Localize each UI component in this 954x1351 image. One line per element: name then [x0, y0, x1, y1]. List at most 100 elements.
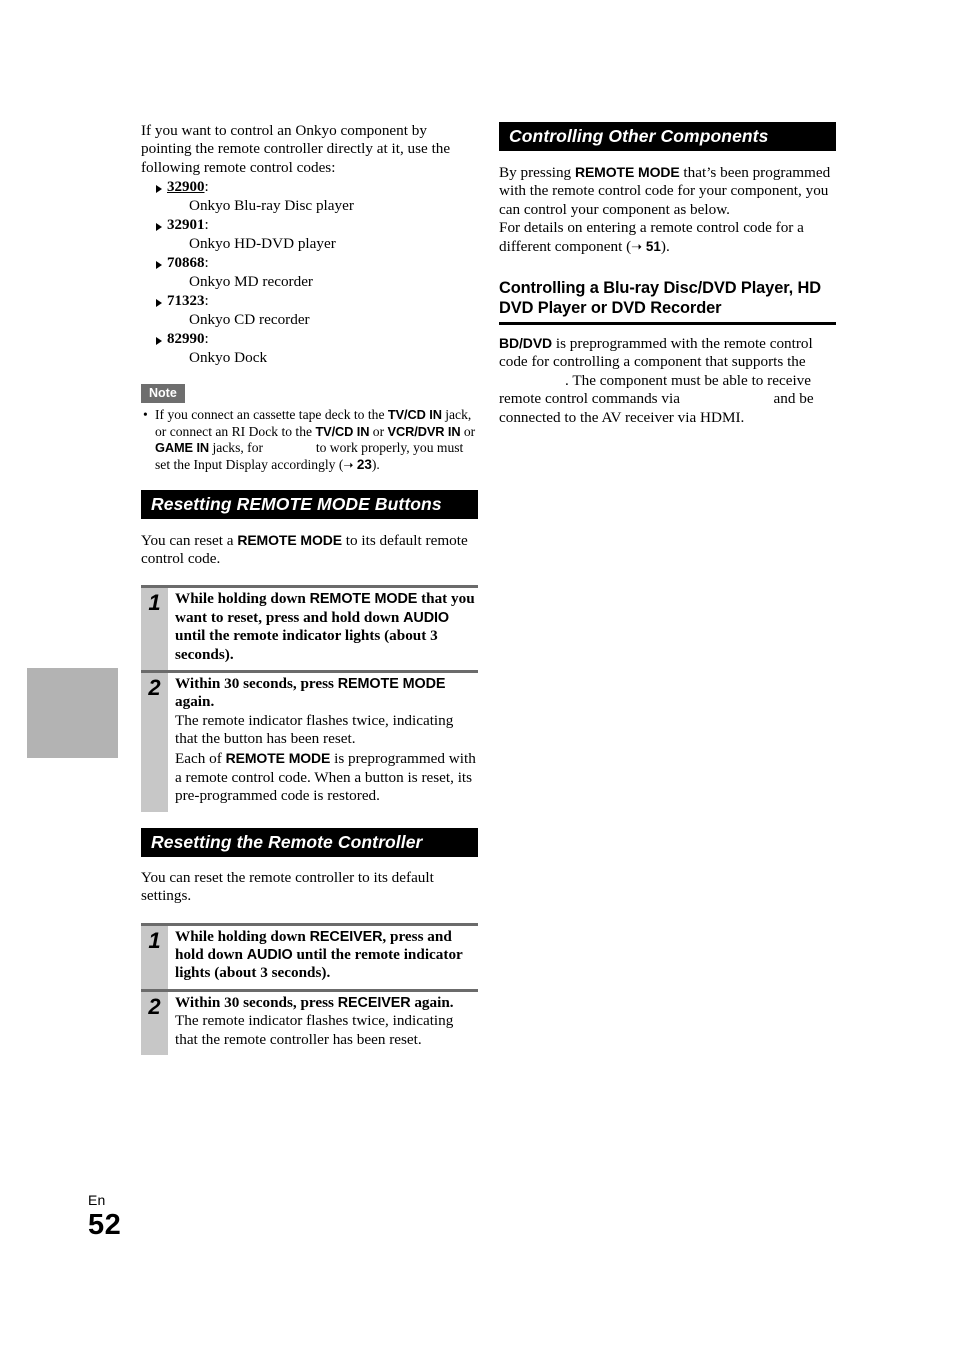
intro-paragraph: If you want to control an Onkyo componen…: [141, 122, 451, 176]
code-colon: :: [204, 254, 209, 272]
chapter-thumb-index: [27, 668, 118, 758]
para-seg-1: Each of: [175, 750, 226, 768]
right-column: Controlling Other Components By pressing…: [499, 122, 836, 427]
step-body: Within 30 seconds, press REMOTE MODE aga…: [168, 673, 478, 812]
code-number: 70868: [167, 255, 205, 272]
step-list-resetting-remote-mode: 1 While holding down REMOTE MODE that yo…: [141, 585, 478, 812]
lead-seg-2: again.: [410, 993, 454, 1011]
code-line: 32900:: [141, 178, 478, 196]
step-paragraph: The remote indicator flashes twice, indi…: [175, 1012, 454, 1048]
step-list-resetting-remote-controller: 1 While holding down RECEIVER, press and…: [141, 922, 478, 1056]
step-number: 2: [141, 991, 168, 1056]
triangle-bullet-icon: [156, 260, 162, 269]
right-intro-paragraph: By pressing REMOTE MODE that’s been prog…: [499, 163, 836, 219]
intro2-seg-2: ).: [660, 237, 670, 255]
step-lead-text: Within 30 seconds, press RECEIVER again.: [175, 994, 478, 1012]
triangle-bullet-icon: [156, 184, 162, 193]
triangle-bullet-icon: [156, 336, 162, 345]
button-name-remote-mode: REMOTE MODE: [237, 531, 342, 548]
left-column: If you want to control an Onkyo componen…: [141, 122, 478, 1056]
step-number: 2: [141, 673, 168, 812]
step-body: While holding down RECEIVER, press and h…: [168, 926, 478, 989]
code-colon: :: [204, 216, 209, 234]
manual-page: If you want to control an Onkyo componen…: [0, 0, 954, 1351]
section-intro-resetting-remote-controller: You can reset the remote controller to i…: [141, 868, 434, 905]
code-colon: :: [204, 178, 209, 196]
code-list-item: 82990: Onkyo Dock: [141, 330, 478, 367]
step-item: 2 Within 30 seconds, press RECEIVER agai…: [141, 988, 478, 1056]
subsection-divider: [499, 322, 836, 326]
page-footer: En 52: [88, 1192, 208, 1241]
note-seg-3: or: [369, 423, 388, 439]
body-seg-2: . The component must be able to receive …: [499, 371, 812, 408]
note-seg-4: or: [460, 423, 476, 439]
section-resetting-remote-mode: Resetting REMOTE MODE Buttons You can re…: [141, 489, 478, 812]
note-badge: Note: [141, 384, 185, 404]
section-banner-resetting-remote-mode: Resetting REMOTE MODE Buttons: [141, 489, 478, 519]
page-reference-number: 23: [356, 457, 372, 472]
code-description: Onkyo MD recorder: [189, 272, 313, 290]
code-number: 32901: [167, 217, 205, 234]
step-number: 1: [141, 925, 168, 989]
code-description: Onkyo Dock: [189, 348, 268, 366]
subsection-body: BD/DVD is preprogrammed with the remote …: [499, 334, 836, 427]
step-paragraph: Each of REMOTE MODE is preprogrammed wit…: [175, 749, 478, 806]
triangle-bullet-icon: [156, 298, 162, 307]
button-name-remote-mode: REMOTE MODE: [309, 591, 418, 608]
step-lead-text: While holding down REMOTE MODE that you …: [175, 590, 478, 664]
step-lead-text: While holding down RECEIVER, press and h…: [175, 928, 478, 983]
right-intro-paragraph-2: For details on entering a remote control…: [499, 219, 836, 256]
step-body: While holding down REMOTE MODE that you …: [168, 588, 478, 670]
code-number: 71323: [167, 293, 205, 310]
step-item: 1 While holding down REMOTE MODE that yo…: [141, 585, 478, 671]
code-colon: :: [204, 330, 209, 348]
button-name-remote-mode: REMOTE MODE: [225, 750, 331, 767]
step-item: 2 Within 30 seconds, press REMOTE MODE a…: [141, 670, 478, 812]
step-lead-text: Within 30 seconds, press REMOTE MODE aga…: [175, 675, 478, 712]
note-seg-7: ).: [371, 457, 380, 472]
button-name-audio: AUDIO: [403, 609, 450, 626]
code-list-item: 32901: Onkyo HD-DVD player: [141, 216, 478, 253]
section-intro-resetting-remote-mode: You can reset a REMOTE MODE to its defau…: [141, 531, 478, 569]
code-line: 82990:: [141, 330, 478, 348]
note-seg-5: jacks, for: [209, 440, 267, 456]
button-name-audio: AUDIO: [246, 947, 293, 964]
button-name-receiver: RECEIVER: [337, 994, 411, 1011]
lead-seg-1: While holding down: [175, 590, 310, 608]
code-list-item: 32900: Onkyo Blu-ray Disc player: [141, 178, 478, 215]
lead-seg-3: until the remote indicator lights (about…: [175, 627, 438, 663]
step-paragraph: The remote indicator flashes twice, indi…: [175, 711, 454, 748]
button-name-game-in: GAME IN: [155, 440, 210, 456]
section-resetting-remote-controller: Resetting the Remote Controller You can …: [141, 827, 478, 1056]
footer-page-number: 52: [88, 1209, 122, 1241]
note-text: • If you connect an cassette tape deck to…: [141, 407, 478, 473]
code-number: 82990: [167, 331, 205, 348]
page-reference-arrow-icon: ➝: [343, 458, 354, 472]
button-name-tv-cd-in-2: TV/CD IN: [315, 423, 370, 439]
page-reference-number: 51: [645, 238, 661, 254]
step-item: 1 While holding down RECEIVER, press and…: [141, 922, 478, 989]
intro-seg-1: You can reset a: [141, 531, 238, 549]
button-name-remote-mode: REMOTE MODE: [574, 164, 680, 180]
code-line: 70868:: [141, 254, 478, 272]
page-reference-arrow-icon: ➝: [631, 238, 643, 254]
code-description: Onkyo CD recorder: [189, 310, 310, 328]
intro-seg-1: By pressing: [499, 164, 575, 181]
code-description: Onkyo Blu-ray Disc player: [189, 196, 354, 214]
lead-seg-1: While holding down: [175, 927, 310, 945]
triangle-bullet-icon: [156, 222, 162, 231]
note-seg-1: If you connect an cassette tape deck to …: [155, 407, 388, 423]
code-list-item: 70868: Onkyo MD recorder: [141, 254, 478, 291]
button-name-vcr-dvr-in: VCR/DVR IN: [387, 423, 461, 439]
note-block: Note • If you connect an cassette tape de…: [141, 384, 478, 473]
code-line: 32901:: [141, 216, 478, 234]
button-name-remote-mode: REMOTE MODE: [337, 676, 446, 693]
lead-seg-2: again.: [175, 693, 215, 711]
section-banner-controlling-other-components: Controlling Other Components: [499, 122, 836, 151]
step-body: Within 30 seconds, press RECEIVER again.…: [168, 992, 478, 1056]
code-line: 71323:: [141, 292, 478, 310]
code-description: Onkyo HD-DVD player: [189, 234, 336, 252]
step-number: 1: [141, 588, 168, 671]
code-number: 32900: [167, 179, 205, 196]
subsection-controlling-bd-dvd: Controlling a Blu-ray Disc/DVD Player, H…: [499, 278, 836, 427]
